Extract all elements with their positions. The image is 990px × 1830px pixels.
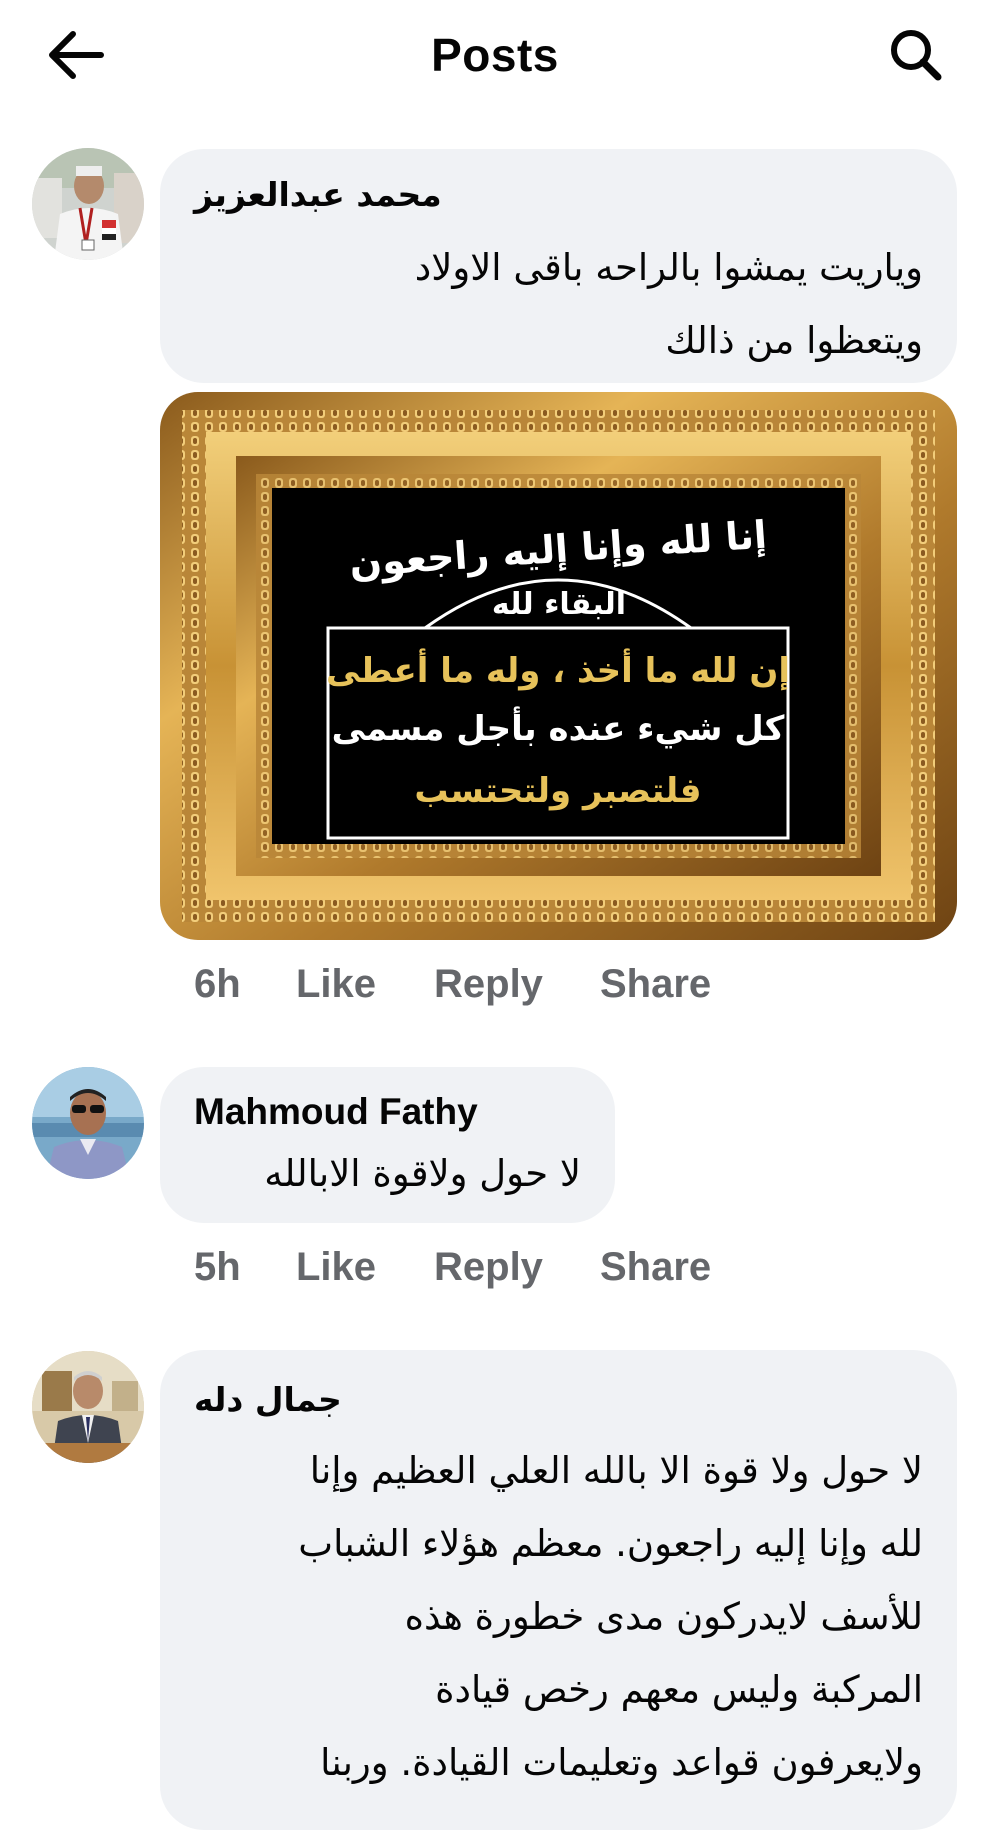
comment-image[interactable]: إنا لله وإنا إليه راجعون البقاء لله إن ل… — [160, 392, 957, 940]
comment-text-line: ويتعظوا من ذالك — [665, 319, 923, 362]
avatar[interactable] — [32, 1067, 144, 1179]
frame-line-1: إن لله ما أخذ ، وله ما أعطى — [326, 648, 790, 691]
comment-bubble[interactable]: جمال دله لا حول ولا قوة الا بالله العلي … — [160, 1350, 957, 1830]
comment-text-line: ولايعرفون قواعد وتعليمات القيادة. وربنا — [320, 1741, 923, 1784]
comment-author[interactable]: Mahmoud Fathy — [194, 1091, 478, 1133]
avatar-photo — [32, 1351, 144, 1463]
frame-line-3: فلتصبر ولتحتسب — [414, 771, 701, 811]
like-button[interactable]: Like — [296, 1245, 376, 1290]
back-button[interactable] — [40, 26, 112, 84]
avatar[interactable] — [32, 148, 144, 260]
like-button[interactable]: Like — [296, 962, 376, 1007]
reply-button[interactable]: Reply — [434, 1245, 543, 1290]
comment-text-line: لله وإنا إليه راجعون. معظم هؤلاء الشباب — [298, 1522, 923, 1565]
avatar-photo — [32, 148, 144, 260]
arrow-left-icon — [49, 31, 104, 79]
top-bar: Posts — [0, 0, 990, 112]
comment-author[interactable]: جمال دله — [194, 1380, 342, 1419]
comment-time: 5h — [194, 1245, 241, 1289]
search-icon — [891, 30, 942, 81]
comment-author[interactable]: محمد عبدالعزيز — [194, 175, 442, 214]
reply-button[interactable]: Reply — [434, 962, 543, 1007]
comment-text-line: وياريت يمشوا بالراحه باقى الاولاد — [414, 246, 923, 289]
comment-bubble[interactable]: محمد عبدالعزيز وياريت يمشوا بالراحه باقى… — [160, 149, 957, 383]
search-button[interactable] — [880, 26, 952, 84]
comment-text-line: لا حول ولا قوة الا بالله العلي العظيم وإ… — [309, 1449, 923, 1492]
page-title: Posts — [431, 29, 559, 81]
comment-text-line: للأسف لايدركون مدى خطورة هذه — [404, 1595, 923, 1638]
share-button[interactable]: Share — [600, 962, 711, 1007]
comment-time: 6h — [194, 962, 241, 1006]
comment-text-line: المركبة وليس معهم رخص قيادة — [435, 1668, 923, 1711]
avatar[interactable] — [32, 1351, 144, 1463]
comment-text-line: لا حول ولاقوة الابالله — [264, 1152, 581, 1195]
frame-sub-text: البقاء لله — [492, 587, 626, 622]
comment-bubble[interactable]: Mahmoud Fathy لا حول ولاقوة الابالله — [160, 1067, 615, 1223]
frame-line-2: كل شيء عنده بأجل مسمى — [332, 706, 785, 749]
avatar-photo — [32, 1067, 144, 1179]
condolence-frame-image: إنا لله وإنا إليه راجعون البقاء لله إن ل… — [160, 392, 957, 940]
share-button[interactable]: Share — [600, 1245, 711, 1290]
